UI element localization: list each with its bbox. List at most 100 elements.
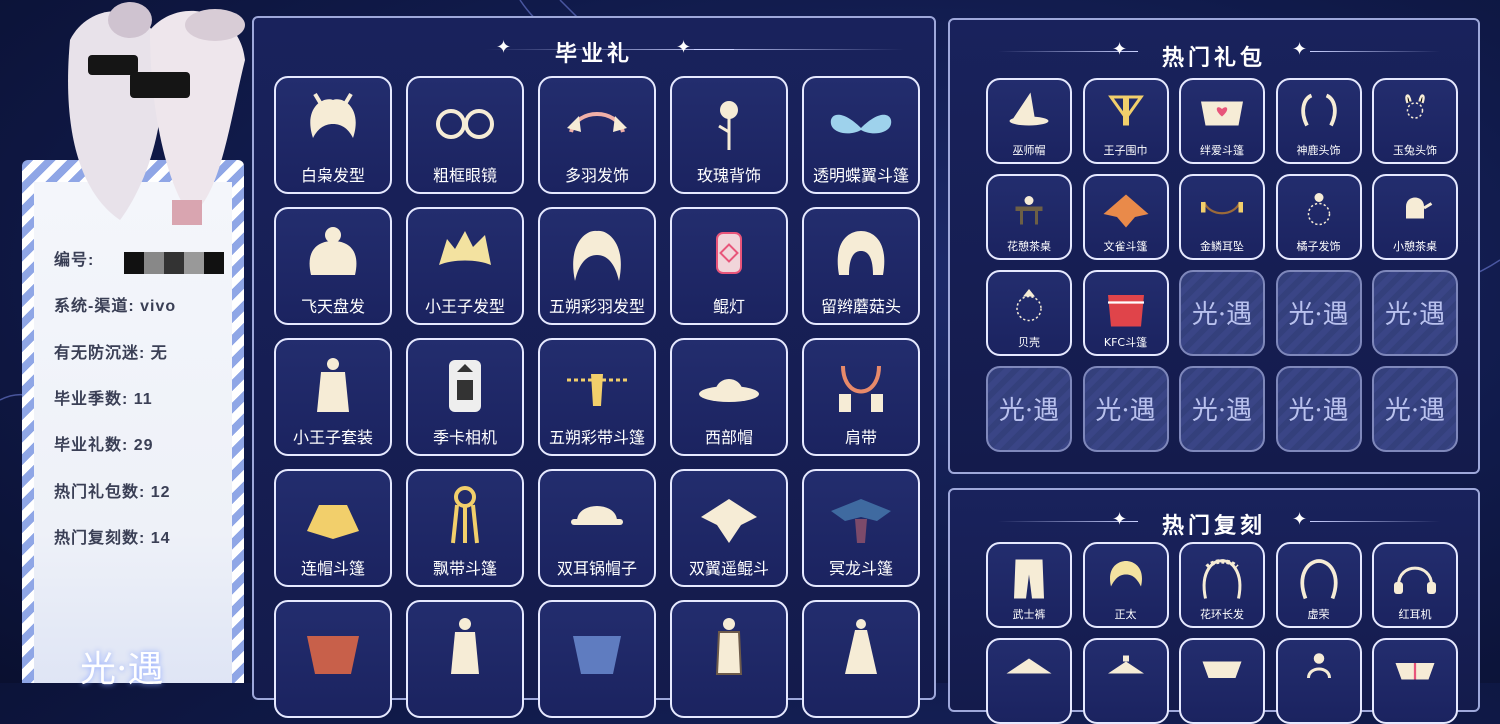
graduation-item-tile[interactable]: 玫瑰背饰 bbox=[670, 76, 788, 194]
redacted-image-block bbox=[172, 200, 202, 225]
hot-pack-item-tile[interactable]: 花憩茶桌 bbox=[986, 174, 1072, 260]
hot-rerun-item-tile[interactable]: 武士裤 bbox=[986, 542, 1072, 628]
graduation-item-label: 鲲灯 bbox=[712, 297, 745, 316]
empty-slot-logo: 光·遇 bbox=[998, 396, 1060, 426]
blue-cape-icon bbox=[540, 612, 654, 680]
graduation-item-tile[interactable]: 双翼遥鲲斗 bbox=[670, 469, 788, 587]
empty-slot-logo: 光·遇 bbox=[1288, 396, 1349, 426]
streamer-cape-icon bbox=[408, 481, 522, 549]
shell-icon bbox=[988, 280, 1070, 332]
hot-rerun-item-label: 虚荣 bbox=[1307, 608, 1330, 621]
hair-icon bbox=[276, 88, 390, 156]
empty-slot-tile: 光·遇 bbox=[1275, 366, 1362, 452]
hot-reruns-panel: ✦ 热门复刻 ✦ 武士裤 正太 花环长发 虚荣 红耳机 bbox=[948, 488, 1480, 724]
camera-icon bbox=[408, 350, 522, 418]
hot-pack-item-tile[interactable]: 橘子发饰 bbox=[1275, 174, 1362, 260]
white-outfit-icon bbox=[408, 612, 522, 680]
hot-pack-item-tile[interactable]: 绊爱斗篷 bbox=[1179, 78, 1265, 164]
hot-pack-item-tile[interactable]: 小憩茶桌 bbox=[1372, 174, 1458, 260]
hot-pack-item-label: 小憩茶桌 bbox=[1393, 240, 1437, 253]
wing-cape-icon bbox=[672, 481, 786, 549]
hot-pack-item-label: 金鳞耳坠 bbox=[1200, 240, 1244, 253]
player-card bbox=[22, 160, 244, 683]
player-hot-reruns: 热门复刻数: 14 bbox=[54, 530, 171, 547]
empty-slot-tile: 光·遇 bbox=[986, 366, 1072, 452]
hot-rerun-item-tile[interactable] bbox=[1275, 638, 1362, 724]
hot-pack-item-tile[interactable]: 金鳞耳坠 bbox=[1179, 174, 1265, 260]
hot-packs-panel: ✦ 热门礼包 ✦ 巫师帽 王子围巾 绊爱斗篷 神鹿头饰 玉兔头饰 花憩茶桌 文雀斗篷 金鳞耳坠… bbox=[948, 18, 1480, 474]
earring-icon bbox=[1181, 184, 1263, 236]
graduation-item-tile[interactable] bbox=[406, 600, 524, 718]
bamboo-hat-icon bbox=[1085, 648, 1167, 700]
witch-hat-icon bbox=[988, 88, 1070, 140]
graduation-item-tile[interactable]: 连帽斗篷 bbox=[274, 469, 392, 587]
graduation-item-tile[interactable]: 小王子发型 bbox=[406, 207, 524, 325]
graduation-item-tile[interactable]: 粗框眼镜 bbox=[406, 76, 524, 194]
graduation-item-tile[interactable]: 季卡相机 bbox=[406, 338, 524, 456]
rabbit-icon bbox=[1374, 88, 1456, 140]
hot-pack-item-tile[interactable]: 巫师帽 bbox=[986, 78, 1072, 164]
graduation-item-label: 冥龙斗篷 bbox=[828, 559, 893, 578]
graduation-item-tile[interactable]: 冥龙斗篷 bbox=[802, 469, 920, 587]
butterfly-cape-icon bbox=[804, 88, 918, 156]
hot-pack-item-label: 巫师帽 bbox=[1012, 144, 1046, 157]
graduation-item-tile[interactable]: 透明蝶翼斗篷 bbox=[802, 76, 920, 194]
graduation-item-label: 双翼遥鲲斗 bbox=[688, 559, 769, 578]
empty-slot-logo: 光·遇 bbox=[1384, 396, 1446, 426]
graduation-item-tile[interactable]: 双耳锅帽子 bbox=[538, 469, 656, 587]
graduation-item-tile[interactable]: 五朔彩带斗篷 bbox=[538, 338, 656, 456]
hot-pack-item-tile[interactable]: 玉兔头饰 bbox=[1372, 78, 1458, 164]
graduation-item-tile[interactable] bbox=[274, 600, 392, 718]
graduation-item-tile[interactable]: 西部帽 bbox=[670, 338, 788, 456]
hot-rerun-item-tile[interactable]: 正太 bbox=[1082, 542, 1169, 628]
graduation-item-tile[interactable]: 飘带斗篷 bbox=[406, 469, 524, 587]
hot-rerun-item-tile[interactable]: 虚荣 bbox=[1275, 542, 1362, 628]
hot-pack-item-tile[interactable]: 神鹿头饰 bbox=[1275, 78, 1362, 164]
hot-pack-item-tile[interactable]: 王子围巾 bbox=[1082, 78, 1169, 164]
graduation-item-label: 白枭发型 bbox=[300, 166, 365, 185]
hot-rerun-item-label: 红耳机 bbox=[1398, 608, 1432, 621]
hood-cape-icon bbox=[276, 481, 390, 549]
tea-table-icon bbox=[988, 184, 1070, 236]
dragon-cape-icon bbox=[804, 481, 918, 549]
graduation-item-tile[interactable]: 留辫蘑菇头 bbox=[802, 207, 920, 325]
graduation-item-tile[interactable] bbox=[538, 600, 656, 718]
headphones-icon bbox=[1374, 552, 1456, 604]
graduation-item-tile[interactable]: 多羽发饰 bbox=[538, 76, 656, 194]
hot-pack-item-label: KFC斗篷 bbox=[1103, 336, 1148, 349]
outfit-icon bbox=[276, 350, 390, 418]
hot-pack-item-label: 贝壳 bbox=[1018, 336, 1040, 349]
graduation-item-tile[interactable]: 飞天盘发 bbox=[274, 207, 392, 325]
graduation-item-label: 小王子套装 bbox=[292, 428, 373, 447]
heart-cape-icon bbox=[1181, 88, 1263, 140]
graduation-item-tile[interactable]: 白枭发型 bbox=[274, 76, 392, 194]
hot-rerun-item-tile[interactable]: 红耳机 bbox=[1372, 542, 1458, 628]
cape-icon bbox=[1181, 648, 1263, 700]
hot-rerun-item-tile[interactable]: 花环长发 bbox=[1179, 542, 1265, 628]
graduation-item-tile[interactable]: 鲲灯 bbox=[670, 207, 788, 325]
empty-slot-tile: 光·遇 bbox=[1372, 270, 1458, 356]
bob-hair-icon bbox=[804, 219, 918, 287]
hot-rerun-item-tile[interactable] bbox=[1372, 638, 1458, 724]
hot-pack-item-tile[interactable]: KFC斗篷 bbox=[1082, 270, 1169, 356]
character-avatar bbox=[68, 2, 245, 221]
kfc-cape-icon bbox=[1085, 280, 1167, 332]
hot-pack-item-tile[interactable]: 贝壳 bbox=[986, 270, 1072, 356]
ribbon-cape-icon bbox=[540, 350, 654, 418]
graduation-item-tile[interactable]: 五朔彩羽发型 bbox=[538, 207, 656, 325]
hot-pack-item-label: 神鹿头饰 bbox=[1296, 144, 1341, 157]
empty-slot-tile: 光·遇 bbox=[1082, 366, 1169, 452]
straw-hat-icon bbox=[988, 648, 1070, 700]
hot-rerun-item-tile[interactable] bbox=[1179, 638, 1265, 724]
graduation-item-tile[interactable] bbox=[670, 600, 788, 718]
graduation-item-tile[interactable]: 肩带 bbox=[802, 338, 920, 456]
graduation-item-tile[interactable] bbox=[802, 600, 920, 718]
hot-rerun-item-tile[interactable] bbox=[1082, 638, 1169, 724]
scarf-icon bbox=[1085, 88, 1167, 140]
hot-pack-item-label: 绊爱斗篷 bbox=[1200, 144, 1244, 157]
empty-slot-tile: 光·遇 bbox=[1275, 270, 1362, 356]
hot-pack-item-tile[interactable]: 文雀斗篷 bbox=[1082, 174, 1169, 260]
player-grad-gifts: 毕业礼数: 29 bbox=[54, 437, 154, 454]
hot-rerun-item-tile[interactable] bbox=[986, 638, 1072, 724]
graduation-item-tile[interactable]: 小王子套装 bbox=[274, 338, 392, 456]
